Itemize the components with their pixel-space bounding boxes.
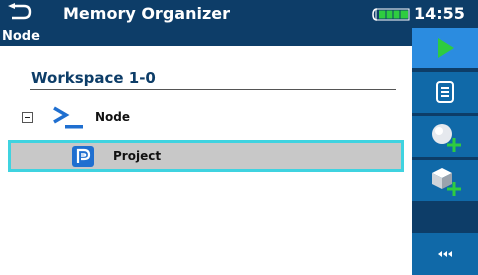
workspace-underline	[30, 89, 396, 90]
list-icon	[436, 81, 454, 103]
add-node-button[interactable]	[412, 116, 478, 157]
clock-time: 14:55	[414, 4, 465, 23]
project-row[interactable]: Project	[8, 140, 404, 172]
add-cube-icon	[432, 168, 461, 196]
project-label: Project	[113, 149, 162, 163]
battery-icon	[372, 8, 410, 21]
node-label[interactable]: Node	[95, 110, 130, 124]
subheader-bar: Node	[0, 28, 412, 46]
node-prompt-icon	[53, 106, 83, 129]
project-icon	[72, 146, 94, 167]
page-title: Memory Organizer	[63, 4, 230, 23]
start-button[interactable]	[412, 28, 478, 68]
back-arrow-icon[interactable]	[6, 3, 34, 25]
workspace-label[interactable]: Workspace 1-0	[31, 69, 156, 87]
more-options-button[interactable]	[412, 233, 478, 275]
add-object-button[interactable]	[412, 160, 478, 201]
subheader-label: Node	[2, 29, 40, 44]
view-list-button[interactable]	[412, 72, 478, 113]
title-bar: Memory Organizer 14:55	[0, 0, 478, 28]
sidebar	[412, 28, 478, 275]
play-icon	[438, 38, 454, 58]
add-sphere-icon	[432, 124, 461, 152]
more-icon	[438, 251, 452, 257]
tree-panel: Workspace 1-0 Node Project	[0, 46, 412, 275]
collapse-toggle-icon[interactable]	[22, 112, 33, 123]
